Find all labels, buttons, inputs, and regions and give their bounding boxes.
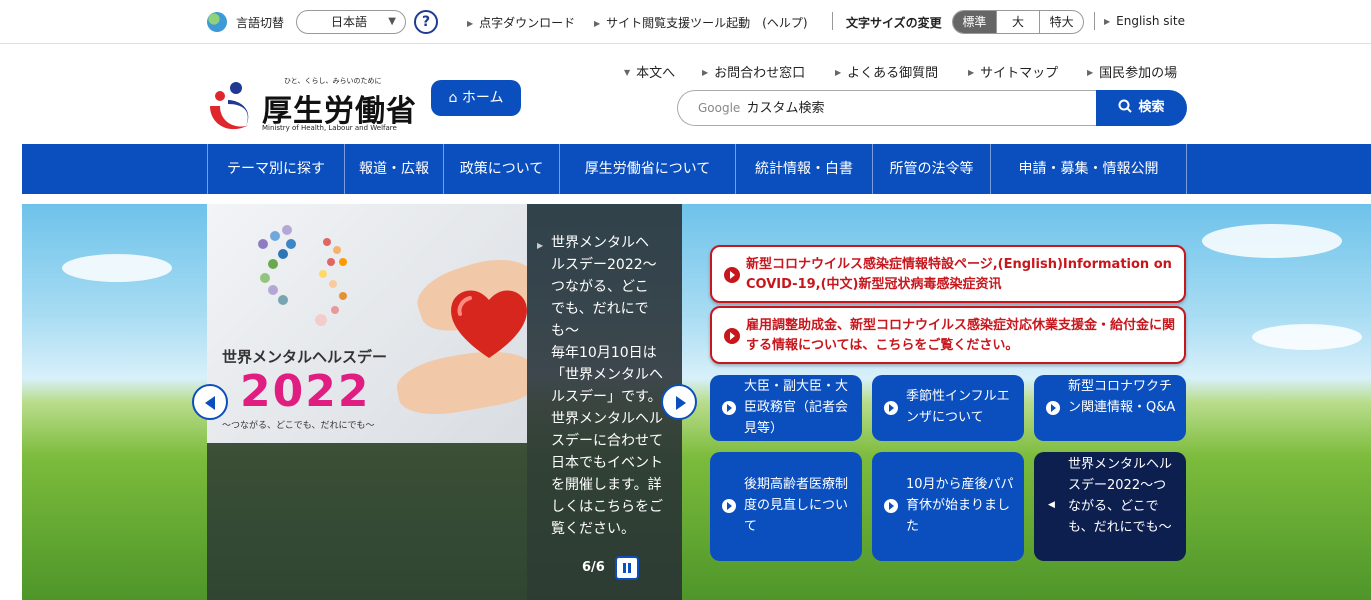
slide-image-title: 世界メンタルヘルスデー (222, 348, 388, 366)
triangle-right-icon: ▶ (702, 68, 709, 77)
play-circle-icon (884, 401, 898, 415)
sitemap-link[interactable]: ▶ サイトマップ (968, 62, 1058, 81)
globe-icon (207, 12, 227, 32)
next-slide-button[interactable] (661, 384, 697, 420)
help-icon[interactable]: ? (414, 10, 438, 34)
triangle-right-icon: ▶ (594, 19, 601, 28)
heart-icon (451, 290, 527, 358)
slide-title-link[interactable]: ▶ 世界メンタルヘルスデー2022〜つながる、どこでも、だれにでも〜 (537, 232, 661, 342)
tile-mental-health-day[interactable]: ◀ 世界メンタルヘルスデー2022〜つながる、どこでも、だれにでも〜 (1034, 452, 1186, 561)
home-icon: ⌂ (448, 90, 462, 106)
font-size-large-button[interactable]: 大 (997, 11, 1041, 33)
subsidy-info-banner[interactable]: 雇用調整助成金、新型コロナウイルス感染症対応休業支援金・給付金に関する情報につい… (710, 306, 1186, 364)
logo-subtitle: Ministry of Health, Labour and Welfare (262, 124, 397, 132)
covid-info-banner[interactable]: 新型コロナウイルス感染症情報特設ページ,(English)Information… (710, 245, 1186, 303)
nav-item-applications[interactable]: 申請・募集・情報公開 (990, 144, 1187, 194)
play-circle-icon (722, 499, 736, 513)
triangle-right-icon: ▶ (467, 19, 474, 28)
triangle-right-icon: ▶ (1104, 17, 1111, 26)
nav-item-statistics[interactable]: 統計情報・白書 (735, 144, 872, 194)
play-circle-icon (722, 401, 736, 415)
font-size-switcher: 標準 大 特大 (952, 10, 1084, 34)
slide-image-subtitle: 〜つながる、どこでも、だれにでも〜 (222, 421, 375, 431)
nav-item-about[interactable]: 厚生労働省について (559, 144, 735, 194)
logo-tagline: ひと、くらし、みらいのために (284, 77, 382, 85)
cloud (1252, 324, 1362, 350)
search-button[interactable]: 検索 (1096, 90, 1187, 126)
language-label: 言語切替 (236, 16, 285, 30)
language-select[interactable]: 日本語 ▼ (296, 10, 406, 34)
search-icon (1118, 99, 1133, 113)
nav-item-policy[interactable]: 政策について (443, 144, 559, 194)
public-participation-link[interactable]: ▶ 国民参加の場 (1087, 62, 1177, 81)
english-site-link[interactable]: ▶ English site (1104, 14, 1185, 28)
slide-counter: 6/6 (582, 560, 605, 575)
tile-minister-press[interactable]: 大臣・副大臣・大臣政務官（記者会見等） (710, 375, 862, 441)
font-size-xlarge-button[interactable]: 特大 (1040, 11, 1083, 33)
tile-paternity-leave[interactable]: 10月から産後パパ育休が始まりました (872, 452, 1024, 561)
slide-image-overlay (207, 443, 527, 600)
skip-to-content-link[interactable]: ▼ 本文へ (624, 62, 675, 81)
triangle-right-icon: ▶ (835, 68, 842, 77)
search-input[interactable]: Google カスタム検索 (677, 90, 1097, 126)
play-circle-icon (724, 267, 740, 283)
triangle-right-icon: ▶ (537, 241, 544, 250)
chevron-down-icon: ▼ (388, 16, 396, 27)
language-select-value: 日本語 (331, 15, 368, 29)
tile-influenza[interactable]: 季節性インフルエンザについて (872, 375, 1024, 441)
play-circle-icon (724, 328, 740, 344)
contact-link[interactable]: ▶ お問合わせ窓口 (702, 62, 805, 81)
nav-item-laws[interactable]: 所管の法令等 (872, 144, 990, 194)
font-size-label: 文字サイズの変更 (846, 16, 942, 30)
font-size-standard-button[interactable]: 標準 (953, 11, 997, 33)
next-arrow-icon (676, 396, 686, 410)
play-circle-icon (884, 499, 898, 513)
cloud (62, 254, 172, 282)
triangle-left-icon: ◀ (1048, 500, 1055, 510)
triangle-right-icon: ▶ (1087, 68, 1094, 77)
divider (1094, 12, 1095, 30)
play-circle-icon (1046, 401, 1060, 415)
nav-item-themes[interactable]: テーマ別に探す (207, 144, 344, 194)
tile-elderly-medical[interactable]: 後期高齢者医療制度の見直しについて (710, 452, 862, 561)
nav-item-press[interactable]: 報道・広報 (344, 144, 443, 194)
faq-link[interactable]: ▶ よくある御質問 (835, 62, 938, 81)
braille-download-link[interactable]: ▶ 点字ダウンロード (467, 14, 575, 31)
divider (832, 12, 833, 30)
prev-arrow-icon (205, 396, 215, 410)
browsing-support-link[interactable]: ▶ サイト閲覧支援ツール起動 (ヘルプ) (594, 14, 808, 31)
home-button[interactable]: ⌂ ホーム (431, 80, 521, 116)
dots-logo-icon (258, 225, 347, 326)
triangle-down-icon: ▼ (624, 68, 631, 77)
tile-covid-vaccine[interactable]: 新型コロナワクチン関連情報・Q&A (1034, 375, 1186, 441)
pause-icon (628, 563, 631, 573)
triangle-right-icon: ▶ (968, 68, 975, 77)
pause-button[interactable] (615, 556, 639, 580)
slide-body: 毎年10月10日は「世界メンタルヘルスデー」です。世界メンタルヘルスデーに合わせ… (551, 345, 663, 537)
prev-slide-button[interactable] (192, 384, 228, 420)
slide-image-year: 2022 (240, 366, 371, 417)
ministry-logo-icon[interactable] (206, 80, 258, 136)
pause-icon (623, 563, 626, 573)
cloud (1202, 224, 1342, 258)
